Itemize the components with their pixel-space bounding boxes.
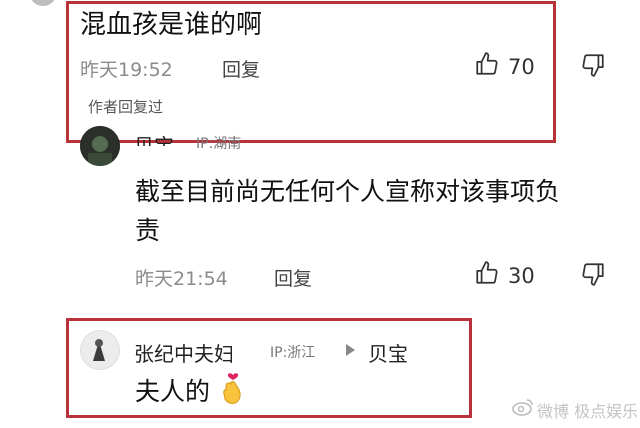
like-count: 30 [508, 264, 535, 288]
username[interactable]: 贝宝 [134, 130, 174, 146]
avatar-image [80, 126, 120, 166]
highlight-box-comment-3 [66, 318, 472, 418]
avatar[interactable] [80, 126, 120, 166]
ip-location: IP:浙江 [270, 345, 316, 361]
reply-arrow-icon [344, 343, 356, 357]
comment-text: 混血孩是谁的啊 [80, 10, 263, 40]
weibo-logo-icon [512, 398, 534, 416]
ip-location: IP:湖南 [196, 136, 242, 152]
avatar-image [81, 331, 119, 369]
reply-button[interactable]: 回复 [274, 264, 312, 291]
comment-text: 夫人的 [135, 377, 211, 406]
finger-heart-emoji-icon [220, 372, 246, 406]
reply-target-username[interactable]: 贝宝 [368, 338, 408, 367]
avatar-remnant [30, 0, 56, 6]
thumbs-down-icon[interactable] [580, 261, 606, 287]
thumbs-up-icon[interactable] [474, 260, 500, 286]
author-replied-label[interactable]: 作者回复过 [88, 96, 163, 117]
watermark: 微博 极点娱乐 [537, 402, 637, 421]
comment-text-line-2: 责 [135, 216, 161, 245]
like-count: 70 [508, 55, 535, 79]
reply-button[interactable]: 回复 [222, 55, 260, 82]
thumbs-down-icon[interactable] [580, 52, 606, 78]
comment-text-line-1: 截至目前尚无任何个人宣称对该事项负 [135, 177, 561, 206]
avatar[interactable] [80, 330, 120, 370]
comment-time: 昨天21:54 [135, 268, 228, 290]
comment-time: 昨天19:52 [80, 59, 173, 81]
thumbs-up-icon[interactable] [474, 51, 500, 77]
username[interactable]: 张纪中夫妇 [134, 338, 234, 367]
